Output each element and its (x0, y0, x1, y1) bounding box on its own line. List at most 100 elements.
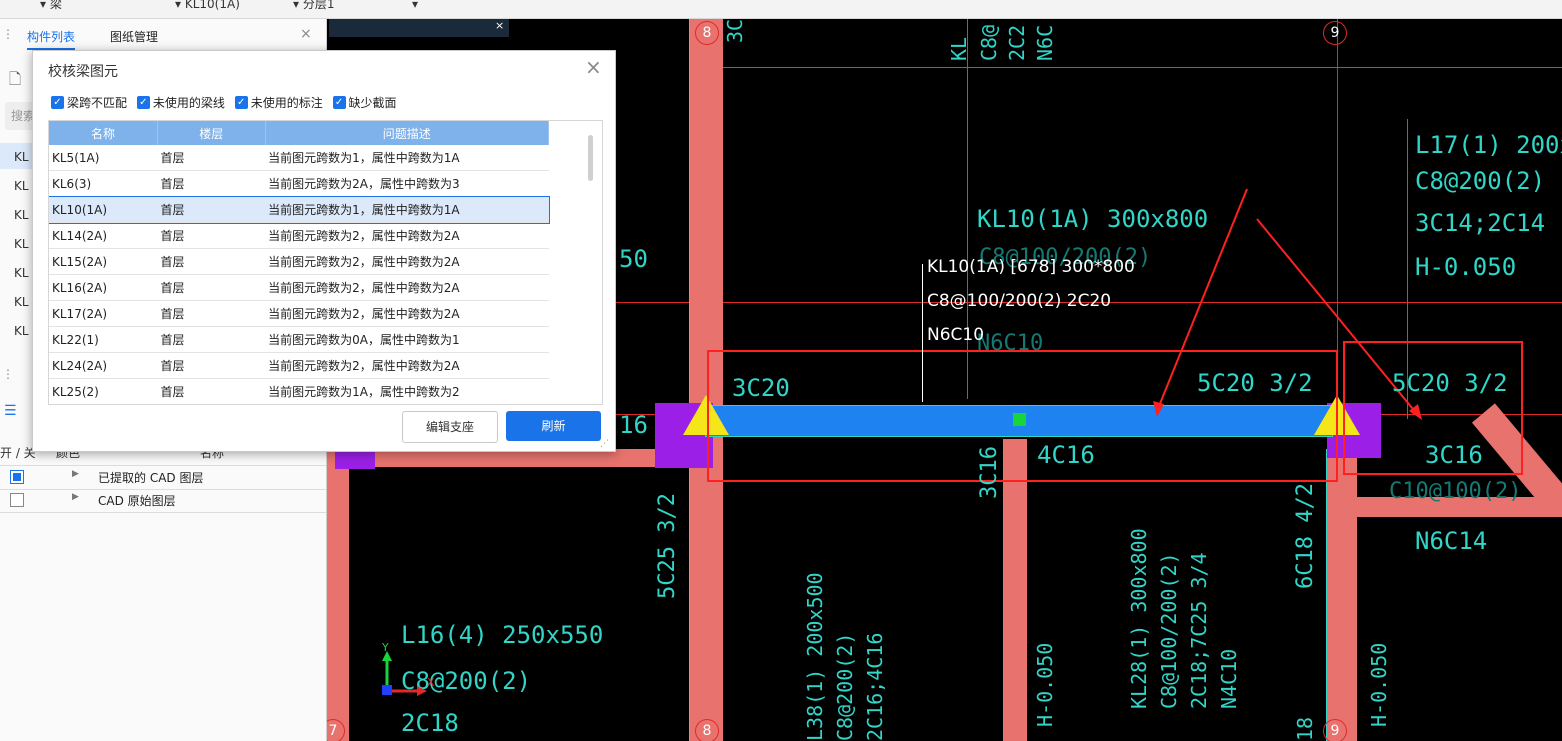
category-select-value: 梁 (49, 0, 62, 11)
table-row[interactable]: KL24(2A) 首层 当前图元跨数为2，属性中跨数为2A (49, 352, 549, 379)
cell-desc: 当前图元跨数为2，属性中跨数为2A (265, 248, 549, 275)
layer-checkbox[interactable] (10, 493, 24, 507)
svg-text:X: X (427, 676, 435, 689)
close-icon[interactable]: × (585, 55, 602, 79)
layer-row[interactable]: ▶ 已提取的 CAD 图层 (0, 465, 326, 490)
checkbox-span-mismatch[interactable]: ✓ 梁跨不匹配 (51, 94, 127, 111)
cad-text-vertical: 2C18;7C25 3/4 (1187, 552, 1211, 709)
col-name-header[interactable]: 名称 (49, 121, 158, 145)
dialog-title: 校核梁图元 (48, 64, 118, 80)
cell-floor: 首层 (157, 326, 266, 353)
cell-desc: 当前图元跨数为1，属性中跨数为1A (265, 196, 549, 223)
cad-text-vertical: 2C2 (1005, 24, 1029, 61)
cell-name: KL22(1) (49, 326, 158, 353)
cad-text: H-0.050 (1415, 253, 1517, 281)
list-item[interactable]: KL (14, 208, 29, 222)
checkbox-missing-section[interactable]: ✓ 缺少截面 (332, 94, 397, 111)
chevron-down-icon[interactable]: ▾ (412, 0, 418, 15)
column-9[interactable] (1326, 449, 1357, 741)
table-row[interactable]: KL29(2A)首层当前图元跨数为2，属性中跨数为2A (49, 405, 549, 406)
refresh-button[interactable]: 刷新 (506, 411, 601, 441)
table-row[interactable]: KL10(1A) 首层 当前图元跨数为1，属性中跨数为1A (49, 195, 550, 224)
canvas-mini-header (329, 19, 509, 37)
list-item[interactable]: KL (14, 266, 29, 280)
cell-desc: 当前图元跨数为1，属性中跨数为1A (265, 145, 549, 171)
issues-table-container: 名称 楼层 问题描述 KL5(1A) 首层 当前图元跨数为1，属性中跨数为1A KL6… (48, 120, 603, 405)
cad-text-vertical: KL (947, 36, 971, 61)
checkbox-label: 缺少截面 (348, 96, 397, 110)
beam-tooltip-line: N6C10 (927, 325, 985, 345)
close-icon[interactable]: × (300, 26, 312, 42)
check-icon: ✓ (51, 96, 64, 109)
component-select[interactable]: ▾ KL10(1A) (175, 0, 240, 15)
table-row[interactable]: KL6(3) 首层 当前图元跨数为2A，属性中跨数为3 (49, 170, 549, 197)
cad-text-vertical: 2C16;4C16 (863, 632, 887, 741)
cell-desc: 当前图元跨数为2，属性中跨数为2A (265, 352, 549, 379)
checkbox-label: 梁跨不匹配 (67, 96, 128, 110)
checkbox-unused-beam-line[interactable]: ✓ 未使用的梁线 (136, 94, 225, 111)
list-item[interactable]: KL (14, 324, 29, 338)
layer-select[interactable]: ▾ 分层1 (293, 0, 334, 15)
category-select[interactable]: ▾ 梁 (40, 0, 62, 15)
table-row[interactable]: KL22(1) 首层 当前图元跨数为0A，属性中跨数为1 (49, 326, 549, 353)
layer-checkbox[interactable] (10, 470, 24, 484)
cad-text: 5C20 3/2 (1197, 369, 1313, 397)
column-left[interactable] (327, 449, 349, 741)
list-item[interactable]: KL (14, 179, 29, 193)
cell-desc: 当前图元跨数为2，属性中跨数为2A (265, 300, 549, 327)
list-item[interactable]: KL (14, 295, 29, 309)
cad-text-vertical: 18 (1293, 716, 1317, 741)
cell-floor: 首层 (157, 170, 266, 197)
cad-text: 3C16 (1425, 441, 1483, 469)
tooltip-leader-line (922, 264, 923, 402)
edit-support-button[interactable]: 编辑支座 (402, 411, 498, 443)
cell-floor: 首层 (157, 145, 266, 171)
cad-text: 5C20 3/2 (1392, 369, 1508, 397)
cad-text: 4C16 (1037, 441, 1095, 469)
cell-name: KL16(2A) (49, 274, 158, 301)
expand-icon[interactable]: ▶ (72, 492, 79, 502)
cell-name: KL15(2A) (49, 248, 158, 275)
table-row[interactable]: KL5(1A) 首层 当前图元跨数为1，属性中跨数为1A (49, 145, 549, 171)
support-far-left[interactable] (335, 449, 375, 469)
table-scrollbar[interactable] (588, 135, 593, 181)
new-file-icon[interactable]: 🗋 (9, 69, 21, 94)
tab-drawing-management[interactable]: 图纸管理 (110, 28, 158, 45)
check-icon: ✓ (234, 96, 248, 109)
close-icon[interactable]: × (495, 19, 504, 32)
cell-name: KL10(1A) (49, 196, 158, 223)
cad-text-vertical: C8@200(2) (833, 632, 857, 741)
cell-name: KL5(1A) (49, 145, 158, 171)
layer-row[interactable]: ▶ CAD 原始图层 (0, 489, 326, 513)
cell-floor: 首层 (157, 248, 266, 275)
cad-text: N6C10 (977, 331, 1044, 356)
cad-text-vertical: 3C16 (977, 446, 1002, 499)
table-row[interactable]: KL25(2) 首层 当前图元跨数为1A，属性中跨数为2 (49, 378, 549, 404)
layer-name: CAD 原始图层 (98, 494, 176, 508)
table-row[interactable]: KL17(2A) 首层 当前图元跨数为2，属性中跨数为2A (49, 300, 549, 327)
col-floor-header[interactable]: 楼层 (157, 121, 266, 145)
resize-grip-icon[interactable]: ⋰ (600, 439, 609, 449)
table-row[interactable]: KL15(2A) 首层 当前图元跨数为2，属性中跨数为2A (49, 248, 549, 275)
issues-table-body: KL5(1A) 首层 当前图元跨数为1，属性中跨数为1A KL6(3) 首层 当前图元跨数… (49, 145, 550, 406)
list-item[interactable]: KL (14, 237, 29, 251)
tab-component-list[interactable]: 构件列表 (27, 28, 76, 50)
layers-icon[interactable]: ☰ (4, 403, 17, 419)
filter-checkboxes: ✓ 梁跨不匹配 ✓ 未使用的梁线 ✓ 未使用的标注 ✓ 缺少截面 (51, 94, 403, 111)
col-desc-header[interactable]: 问题描述 (265, 121, 550, 145)
checkbox-unused-annotation[interactable]: ✓ 未使用的标注 (234, 94, 323, 111)
svg-text:Y: Y (381, 641, 389, 654)
table-row[interactable]: KL14(2A) 首层 当前图元跨数为2，属性中跨数为2A (49, 222, 549, 249)
cad-text-vertical: C8@ (977, 24, 1001, 61)
check-beam-dialog: 校核梁图元 × ✓ 梁跨不匹配 ✓ 未使用的梁线 ✓ 未使用的标注 ✓ 缺少截面 名称 … (32, 50, 616, 452)
expand-icon[interactable]: ▶ (72, 469, 79, 479)
list-item[interactable]: KL (14, 150, 29, 164)
axis-bubble: 9 (1323, 21, 1347, 45)
table-row[interactable]: KL16(2A) 首层 当前图元跨数为2，属性中跨数为2A (49, 274, 549, 301)
column-mid[interactable] (1003, 439, 1027, 741)
check-icon: ✓ (332, 96, 346, 109)
cad-text: L17(1) 200x4 (1415, 131, 1562, 159)
cell-name: KL24(2A) (49, 352, 158, 379)
top-toolbar: ▾ 梁 ▾ KL10(1A) ▾ 分层1 ▾ (0, 0, 1562, 19)
checkbox-label: 未使用的梁线 (152, 96, 225, 110)
